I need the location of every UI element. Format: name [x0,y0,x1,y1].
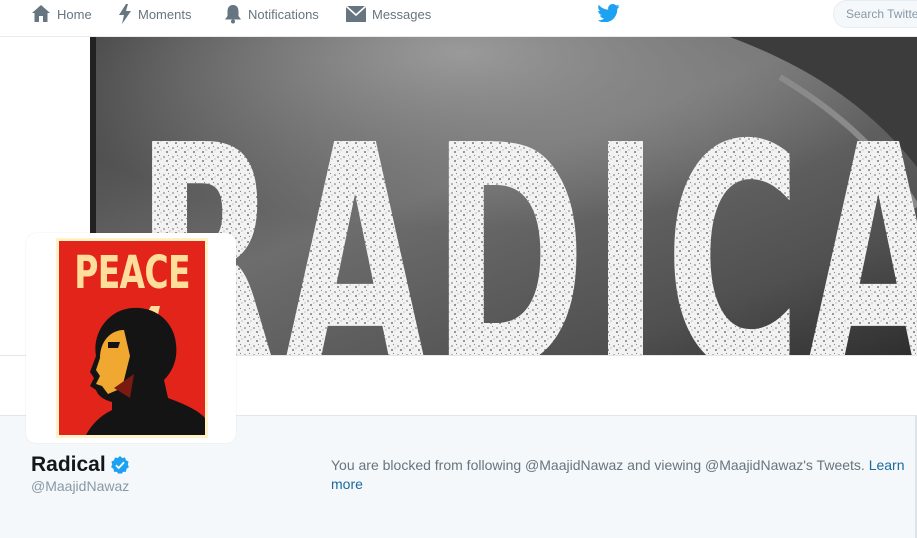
profile-avatar[interactable]: PEACE [26,233,236,443]
blocked-message: You are blocked from following @MaajidNa… [331,457,869,473]
home-icon [32,5,50,22]
search-input[interactable] [834,1,917,27]
nav-moments[interactable]: Moments [118,3,191,25]
messages-icon [346,5,366,22]
verified-badge-icon [110,456,129,474]
moments-icon [119,4,131,24]
blocked-notice: You are blocked from following @MaajidNa… [331,456,911,494]
banner-title: RADICA [135,80,917,355]
avatar-text: PEACE [74,246,190,299]
nav-notifications-label: Notifications [248,6,319,22]
profile-name-row: Radical [31,453,129,477]
search-box[interactable] [833,0,917,28]
nav-messages[interactable]: Messages [346,3,431,25]
avatar-image: PEACE [56,238,208,438]
twitter-bird-icon[interactable] [598,4,620,22]
nav-home[interactable]: Home [31,3,92,25]
profile-display-name[interactable]: Radical [31,453,106,477]
notifications-icon [225,5,241,24]
nav-messages-label: Messages [372,6,432,22]
profile-handle[interactable]: @MaajidNawaz [31,478,129,494]
top-navigation: Home Moments Notifications Messages [0,0,917,37]
svg-text:RADICA: RADICA [135,80,917,355]
nav-moments-label: Moments [138,6,192,22]
profile-page: Home Moments Notifications Messages Sear… [0,0,917,538]
nav-home-label: Home [57,6,92,22]
nav-notifications[interactable]: Notifications [224,3,319,25]
